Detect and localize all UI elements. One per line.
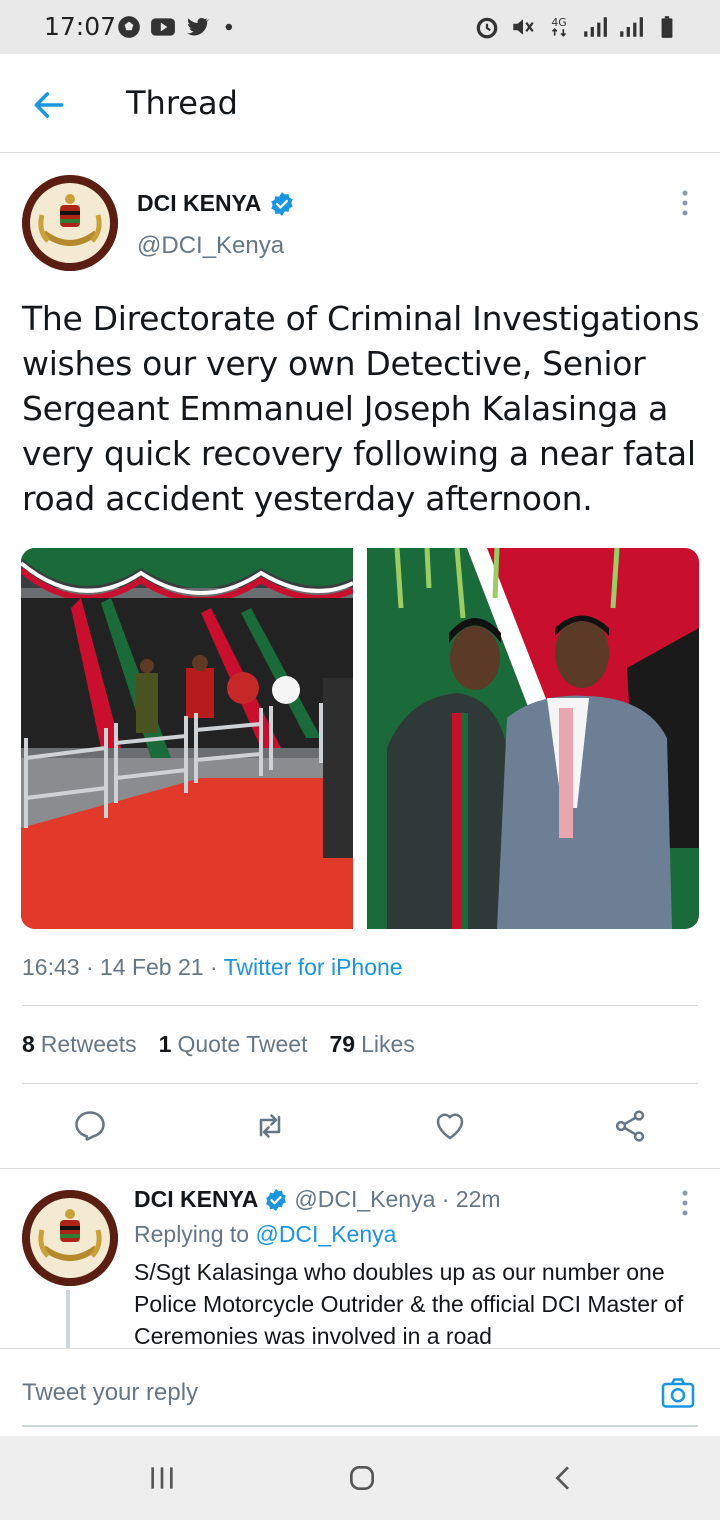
quotes-label: Quote Tweet (177, 1031, 308, 1057)
author-name-text: DCI KENYA (137, 190, 262, 216)
police-emblem-icon (22, 175, 118, 271)
soccer-ball-icon (118, 16, 140, 38)
status-time: 17:07 (44, 12, 117, 41)
retweets-label: Retweets (40, 1031, 137, 1057)
tweet-photo-2[interactable] (367, 548, 699, 929)
likes-label: Likes (361, 1031, 415, 1057)
signal-icon (620, 17, 643, 37)
divider (0, 1168, 720, 1169)
tweet-photo-1[interactable] (21, 548, 353, 929)
share-icon[interactable] (612, 1108, 648, 1144)
reply-author-row[interactable]: DCI KENYA @DCI_Kenya · 22m (134, 1186, 501, 1213)
reply-text: S/Sgt Kalasinga who doubles up as our nu… (134, 1259, 684, 1348)
tweet-source-link[interactable]: Twitter for iPhone (224, 954, 403, 980)
replying-to: Replying to @DCI_Kenya (134, 1221, 396, 1248)
twitter-icon (187, 18, 210, 36)
replying-to-link[interactable]: @DCI_Kenya (255, 1221, 396, 1247)
more-options-icon[interactable] (675, 1188, 695, 1218)
retweets-stat[interactable]: 8 Retweets (22, 1031, 137, 1058)
recent-apps-icon[interactable] (146, 1462, 178, 1494)
likes-count: 79 (329, 1031, 356, 1057)
signal-icon (584, 17, 607, 37)
tweet-actions (0, 1100, 720, 1152)
divider (22, 1083, 698, 1084)
tweet-text: The Directorate of Criminal Investigatio… (22, 299, 700, 518)
tweet-timestamp: 16:43 · 14 Feb 21 · (22, 954, 224, 980)
reply-icon[interactable] (72, 1108, 108, 1144)
verified-badge-icon (271, 191, 294, 216)
avatar[interactable] (22, 175, 118, 271)
battery-icon (661, 16, 673, 38)
home-icon[interactable] (346, 1462, 378, 1494)
dot-icon (225, 23, 233, 31)
mute-icon (513, 19, 534, 35)
more-options-icon[interactable] (675, 188, 695, 218)
camera-icon[interactable] (660, 1375, 696, 1411)
reply-input[interactable] (22, 1373, 622, 1413)
reply-underline (22, 1425, 698, 1427)
author-handle[interactable]: @DCI_Kenya (137, 232, 284, 260)
reply-avatar[interactable] (22, 1190, 118, 1286)
author-name[interactable]: DCI KENYA (137, 190, 295, 217)
svg-text:4G: 4G (551, 16, 566, 29)
tweet-stats: 8 Retweets 1 Quote Tweet 79 Likes (22, 1031, 415, 1058)
reply-author-handle: @DCI_Kenya · 22m (294, 1186, 501, 1212)
tweet-meta: 16:43 · 14 Feb 21 · Twitter for iPhone (22, 954, 403, 981)
quotes-stat[interactable]: 1 Quote Tweet (159, 1031, 308, 1058)
retweet-icon[interactable] (252, 1108, 288, 1144)
youtube-icon (151, 18, 175, 36)
reply-composer (0, 1348, 720, 1436)
reply-author-name: DCI KENYA (134, 1186, 259, 1212)
divider (22, 1005, 698, 1006)
retweets-count: 8 (22, 1031, 35, 1057)
system-nav-bar (0, 1436, 720, 1520)
ceremony-photo (21, 548, 353, 929)
status-bar: 17:07 4G (0, 0, 720, 54)
back-arrow-icon[interactable] (30, 86, 68, 124)
police-emblem-icon (22, 1190, 118, 1286)
page-title: Thread (126, 84, 238, 122)
back-icon[interactable] (548, 1462, 580, 1494)
like-icon[interactable] (432, 1108, 468, 1144)
likes-stat[interactable]: 79 Likes (329, 1031, 414, 1058)
replying-prefix: Replying to (134, 1221, 256, 1247)
4g-icon: 4G (551, 16, 567, 37)
quotes-count: 1 (158, 1031, 172, 1057)
thread-connector-line (66, 1290, 70, 1348)
alarm-icon (476, 17, 498, 39)
portrait-photo (367, 548, 699, 929)
top-app-bar: Thread (0, 54, 720, 153)
verified-badge-icon (266, 1188, 287, 1211)
